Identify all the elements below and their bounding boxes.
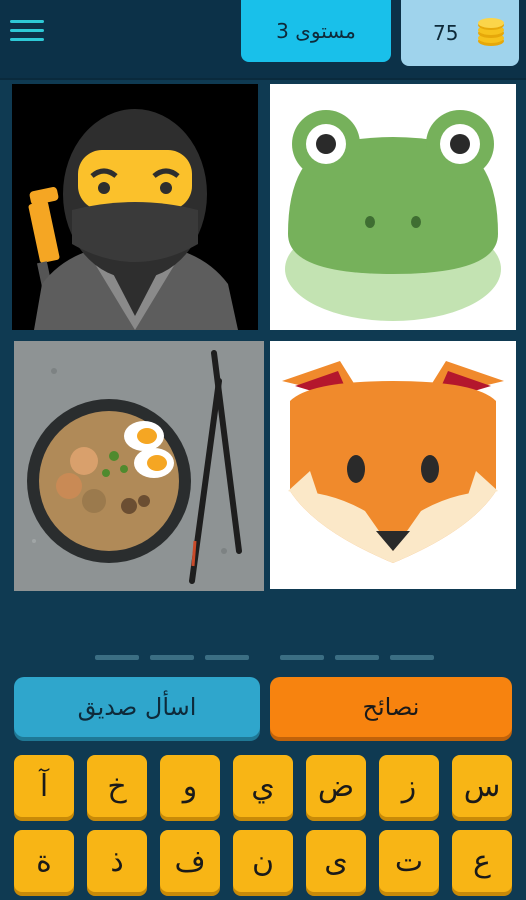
letter-key[interactable]: خ bbox=[87, 755, 147, 817]
letter-key[interactable]: ع bbox=[452, 830, 512, 892]
letter-key[interactable]: ة bbox=[14, 830, 74, 892]
letter-key[interactable]: ى bbox=[306, 830, 366, 892]
top-bar: مستوى 3 75 bbox=[0, 0, 526, 80]
level-badge: مستوى 3 bbox=[241, 0, 391, 62]
letter-key[interactable]: ض bbox=[306, 755, 366, 817]
frog-image[interactable] bbox=[270, 84, 516, 330]
letter-key[interactable]: س bbox=[452, 755, 512, 817]
letter-key[interactable]: ن bbox=[233, 830, 293, 892]
coins-count: 75 bbox=[433, 21, 459, 45]
fox-image[interactable] bbox=[270, 341, 516, 589]
coins-badge[interactable]: 75 bbox=[401, 0, 519, 66]
tips-button[interactable]: نصائح bbox=[270, 677, 512, 737]
letter-key[interactable]: آ bbox=[14, 755, 74, 817]
answer-slot[interactable] bbox=[390, 655, 434, 660]
answer-slot[interactable] bbox=[95, 655, 139, 660]
answer-slot[interactable] bbox=[335, 655, 379, 660]
hamburger-menu-icon[interactable] bbox=[10, 14, 44, 48]
letter-key[interactable]: ز bbox=[379, 755, 439, 817]
ramen-image[interactable] bbox=[14, 341, 264, 591]
answer-slot[interactable] bbox=[150, 655, 194, 660]
letter-key[interactable]: ي bbox=[233, 755, 293, 817]
answer-slot[interactable] bbox=[205, 655, 249, 660]
answer-slot[interactable] bbox=[280, 655, 324, 660]
letter-key[interactable]: ذ bbox=[87, 830, 147, 892]
ninja-image[interactable] bbox=[12, 84, 258, 330]
answer-slots bbox=[0, 655, 526, 665]
letter-key[interactable]: ف bbox=[160, 830, 220, 892]
letter-key[interactable]: ت bbox=[379, 830, 439, 892]
coin-stack-icon bbox=[478, 18, 504, 46]
ask-friend-button[interactable]: اسأل صديق bbox=[14, 677, 260, 737]
letter-key[interactable]: و bbox=[160, 755, 220, 817]
